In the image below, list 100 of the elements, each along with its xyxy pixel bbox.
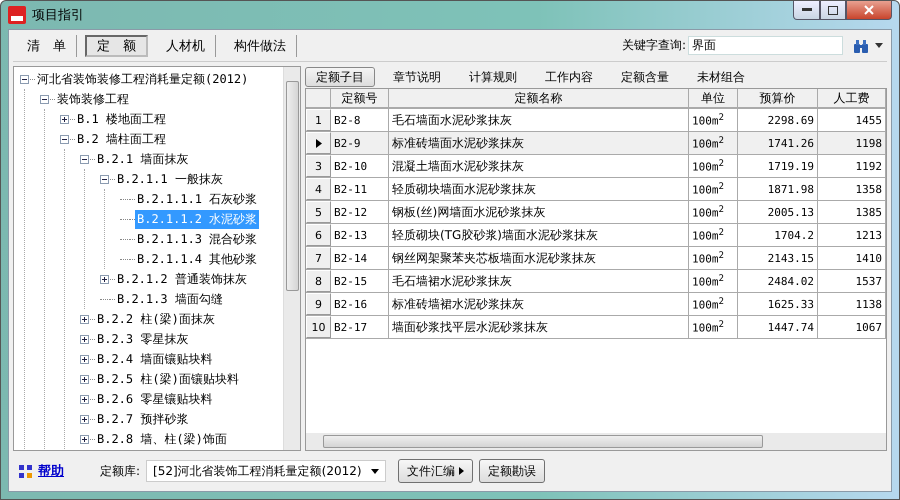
tab[interactable]: 定 额 [85, 34, 148, 56]
library-label: 定额库: [100, 462, 140, 480]
toolbar-button[interactable]: 定额勘误 [479, 459, 546, 483]
tree-item[interactable]: B.2.1.1.3 混合砂浆 [135, 230, 260, 248]
tab[interactable]: 人材机 [156, 34, 216, 56]
binoculars-icon[interactable] [853, 38, 869, 52]
tree-item[interactable]: 河北省装饰装修工程消耗量定额(2012) [35, 70, 250, 88]
table-cell: 1455 [818, 109, 886, 131]
row-header[interactable]: 8 [306, 270, 331, 292]
collapse-toggle-icon[interactable] [20, 74, 29, 84]
row-header[interactable]: 4 [306, 178, 331, 200]
caret-icon [459, 467, 464, 475]
table-row[interactable]: 1 B2-8 毛石墙面水泥砂浆抹灰 100m$^{2}$ 2298.69 1455 [306, 109, 886, 132]
row-header[interactable]: 1 [306, 109, 331, 131]
tree-item[interactable]: B.2.4 墙面镶贴块料 [95, 350, 214, 368]
table-cell: B2-14 [331, 247, 389, 269]
table-cell: 1741.26 [738, 132, 818, 154]
close-button[interactable] [846, 1, 892, 20]
table-cell: 100m$^{2}$ [689, 270, 738, 292]
current-row-icon [316, 138, 322, 148]
tree-item[interactable]: B.2.3 零星抹灰 [95, 330, 190, 348]
table-row[interactable]: 10 B2-17 墙面砂浆找平层水泥砂浆抹灰 100m$^{2}$ 1447.74 1067 [306, 316, 886, 339]
expand-toggle-icon[interactable] [60, 114, 69, 124]
table-cell: 1625.33 [738, 293, 818, 315]
table-row[interactable]: 4 B2-11 轻质砌块墙面水泥砂浆抹灰 100m$^{2}$ 1871.98 1358 [306, 178, 886, 201]
expand-toggle-icon[interactable] [80, 414, 89, 424]
row-header[interactable]: 5 [306, 201, 331, 223]
tree-item[interactable]: B.1 楼地面工程 [75, 110, 168, 128]
maximize-button[interactable] [820, 1, 846, 20]
column-header[interactable]: 定额号 [331, 89, 389, 108]
table-row[interactable]: B2-9 标准砖墙面水泥砂浆抹灰 100m$^{2}$ 1741.26 1198 [306, 132, 886, 155]
tab[interactable]: 定额含量 [611, 67, 679, 87]
tab[interactable]: 计算规则 [459, 67, 527, 87]
tab[interactable]: 定额子目 [305, 67, 375, 87]
column-header[interactable]: 定额名称 [389, 89, 689, 108]
tree-item[interactable]: B.2.5 柱(梁)面镶贴块料 [95, 370, 241, 388]
tree-item[interactable]: B.2.7 预拌砂浆 [95, 410, 190, 428]
table-row[interactable]: 7 B2-14 钢丝网架聚苯夹芯板墙面水泥砂浆抹灰 100m$^{2}$ 2143.15 1410 [306, 247, 886, 270]
tab[interactable]: 清 单 [17, 34, 77, 56]
close-icon [864, 5, 874, 15]
collapse-toggle-icon[interactable] [40, 94, 49, 104]
minimize-button[interactable] [793, 1, 820, 20]
row-header[interactable]: 3 [306, 155, 331, 177]
expand-toggle-icon[interactable] [80, 354, 89, 364]
collapse-toggle-icon[interactable] [100, 174, 109, 184]
tree-item[interactable]: B.2.1.3 墙面勾缝 [115, 290, 225, 308]
tab[interactable]: 章节说明 [383, 67, 451, 87]
tree-item[interactable]: 装饰装修工程 [55, 90, 131, 108]
tree-item[interactable]: B.2 墙柱面工程 [75, 130, 168, 148]
table-cell: 1447.74 [738, 316, 818, 338]
horizontal-scrollbar[interactable] [306, 433, 886, 450]
tree-item[interactable]: B.2.8 墙、柱(梁)饰面 [95, 430, 229, 448]
table-cell: 标准砖墙面水泥砂浆抹灰 [389, 132, 689, 154]
table-cell: 毛石墙裙水泥砂浆抹灰 [389, 270, 689, 292]
minimize-icon [802, 8, 812, 12]
row-header[interactable]: 9 [306, 293, 331, 315]
table-cell: 100m$^{2}$ [689, 178, 738, 200]
expand-toggle-icon[interactable] [80, 434, 89, 444]
table-cell: B2-13 [331, 224, 389, 246]
expand-toggle-icon[interactable] [80, 314, 89, 324]
search-field[interactable]: 界面 [688, 36, 843, 55]
table-cell: 100m$^{2}$ [689, 155, 738, 177]
library-dropdown[interactable]: [52]河北省装饰工程消耗量定额(2012) [146, 460, 386, 482]
vertical-scrollbar[interactable] [283, 67, 300, 450]
column-header[interactable]: 单位 [689, 89, 738, 108]
table-row[interactable]: 3 B2-10 混凝土墙面水泥砂浆抹灰 100m$^{2}$ 1719.19 1192 [306, 155, 886, 178]
table-row[interactable]: 6 B2-13 轻质砌块(TG胶砂浆)墙面水泥砂浆抹灰 100m$^{2}$ 1704.2 1213 [306, 224, 886, 247]
column-header[interactable]: 人工费 [818, 89, 886, 108]
tree-item[interactable]: B.2.2 柱(梁)面抹灰 [95, 310, 217, 328]
row-header[interactable]: 10 [306, 316, 331, 338]
row-header[interactable] [306, 132, 331, 154]
column-header[interactable]: 预算价 [738, 89, 818, 108]
tab[interactable]: 构件做法 [224, 34, 297, 56]
tree-item[interactable]: B.2.1.1.1 石灰砂浆 [135, 190, 260, 208]
collapse-toggle-icon[interactable] [60, 134, 69, 144]
row-header[interactable]: 7 [306, 247, 331, 269]
tree-item[interactable]: B.2.1.1.4 其他砂浆 [135, 250, 260, 268]
table-cell: B2-8 [331, 109, 389, 131]
expand-toggle-icon[interactable] [100, 274, 109, 284]
table-row[interactable]: 9 B2-16 标准砖墙裙水泥砂浆抹灰 100m$^{2}$ 1625.33 1138 [306, 293, 886, 316]
tree-item[interactable]: B.2.1.2 普通装饰抹灰 [115, 270, 249, 288]
dropdown-caret-icon[interactable] [875, 43, 883, 48]
tab[interactable]: 未材组合 [687, 67, 755, 87]
tree-item[interactable]: B.2.1 墙面抹灰 [95, 150, 190, 168]
table-cell: 1537 [818, 270, 886, 292]
collapse-toggle-icon[interactable] [80, 154, 89, 164]
tab[interactable]: 工作内容 [535, 67, 603, 87]
table-cell: 轻质砌块(TG胶砂浆)墙面水泥砂浆抹灰 [389, 224, 689, 246]
help-link[interactable]: 帮助 [38, 462, 64, 480]
dropdown-caret-icon [371, 468, 380, 474]
expand-toggle-icon[interactable] [80, 334, 89, 344]
table-cell: 毛石墙面水泥砂浆抹灰 [389, 109, 689, 131]
table-row[interactable]: 8 B2-15 毛石墙裙水泥砂浆抹灰 100m$^{2}$ 2484.02 1537 [306, 270, 886, 293]
tree-item[interactable]: B.2.1.1 一般抹灰 [115, 170, 225, 188]
toolbar-button[interactable]: 文件汇编 [398, 459, 474, 483]
expand-toggle-icon[interactable] [80, 374, 89, 384]
table-row[interactable]: 5 B2-12 钢板(丝)网墙面水泥砂浆抹灰 100m$^{2}$ 2005.13 1385 [306, 201, 886, 224]
row-header[interactable]: 6 [306, 224, 331, 246]
expand-toggle-icon[interactable] [80, 394, 89, 404]
tree-item[interactable]: B.2.6 零星镶贴块料 [95, 390, 214, 408]
